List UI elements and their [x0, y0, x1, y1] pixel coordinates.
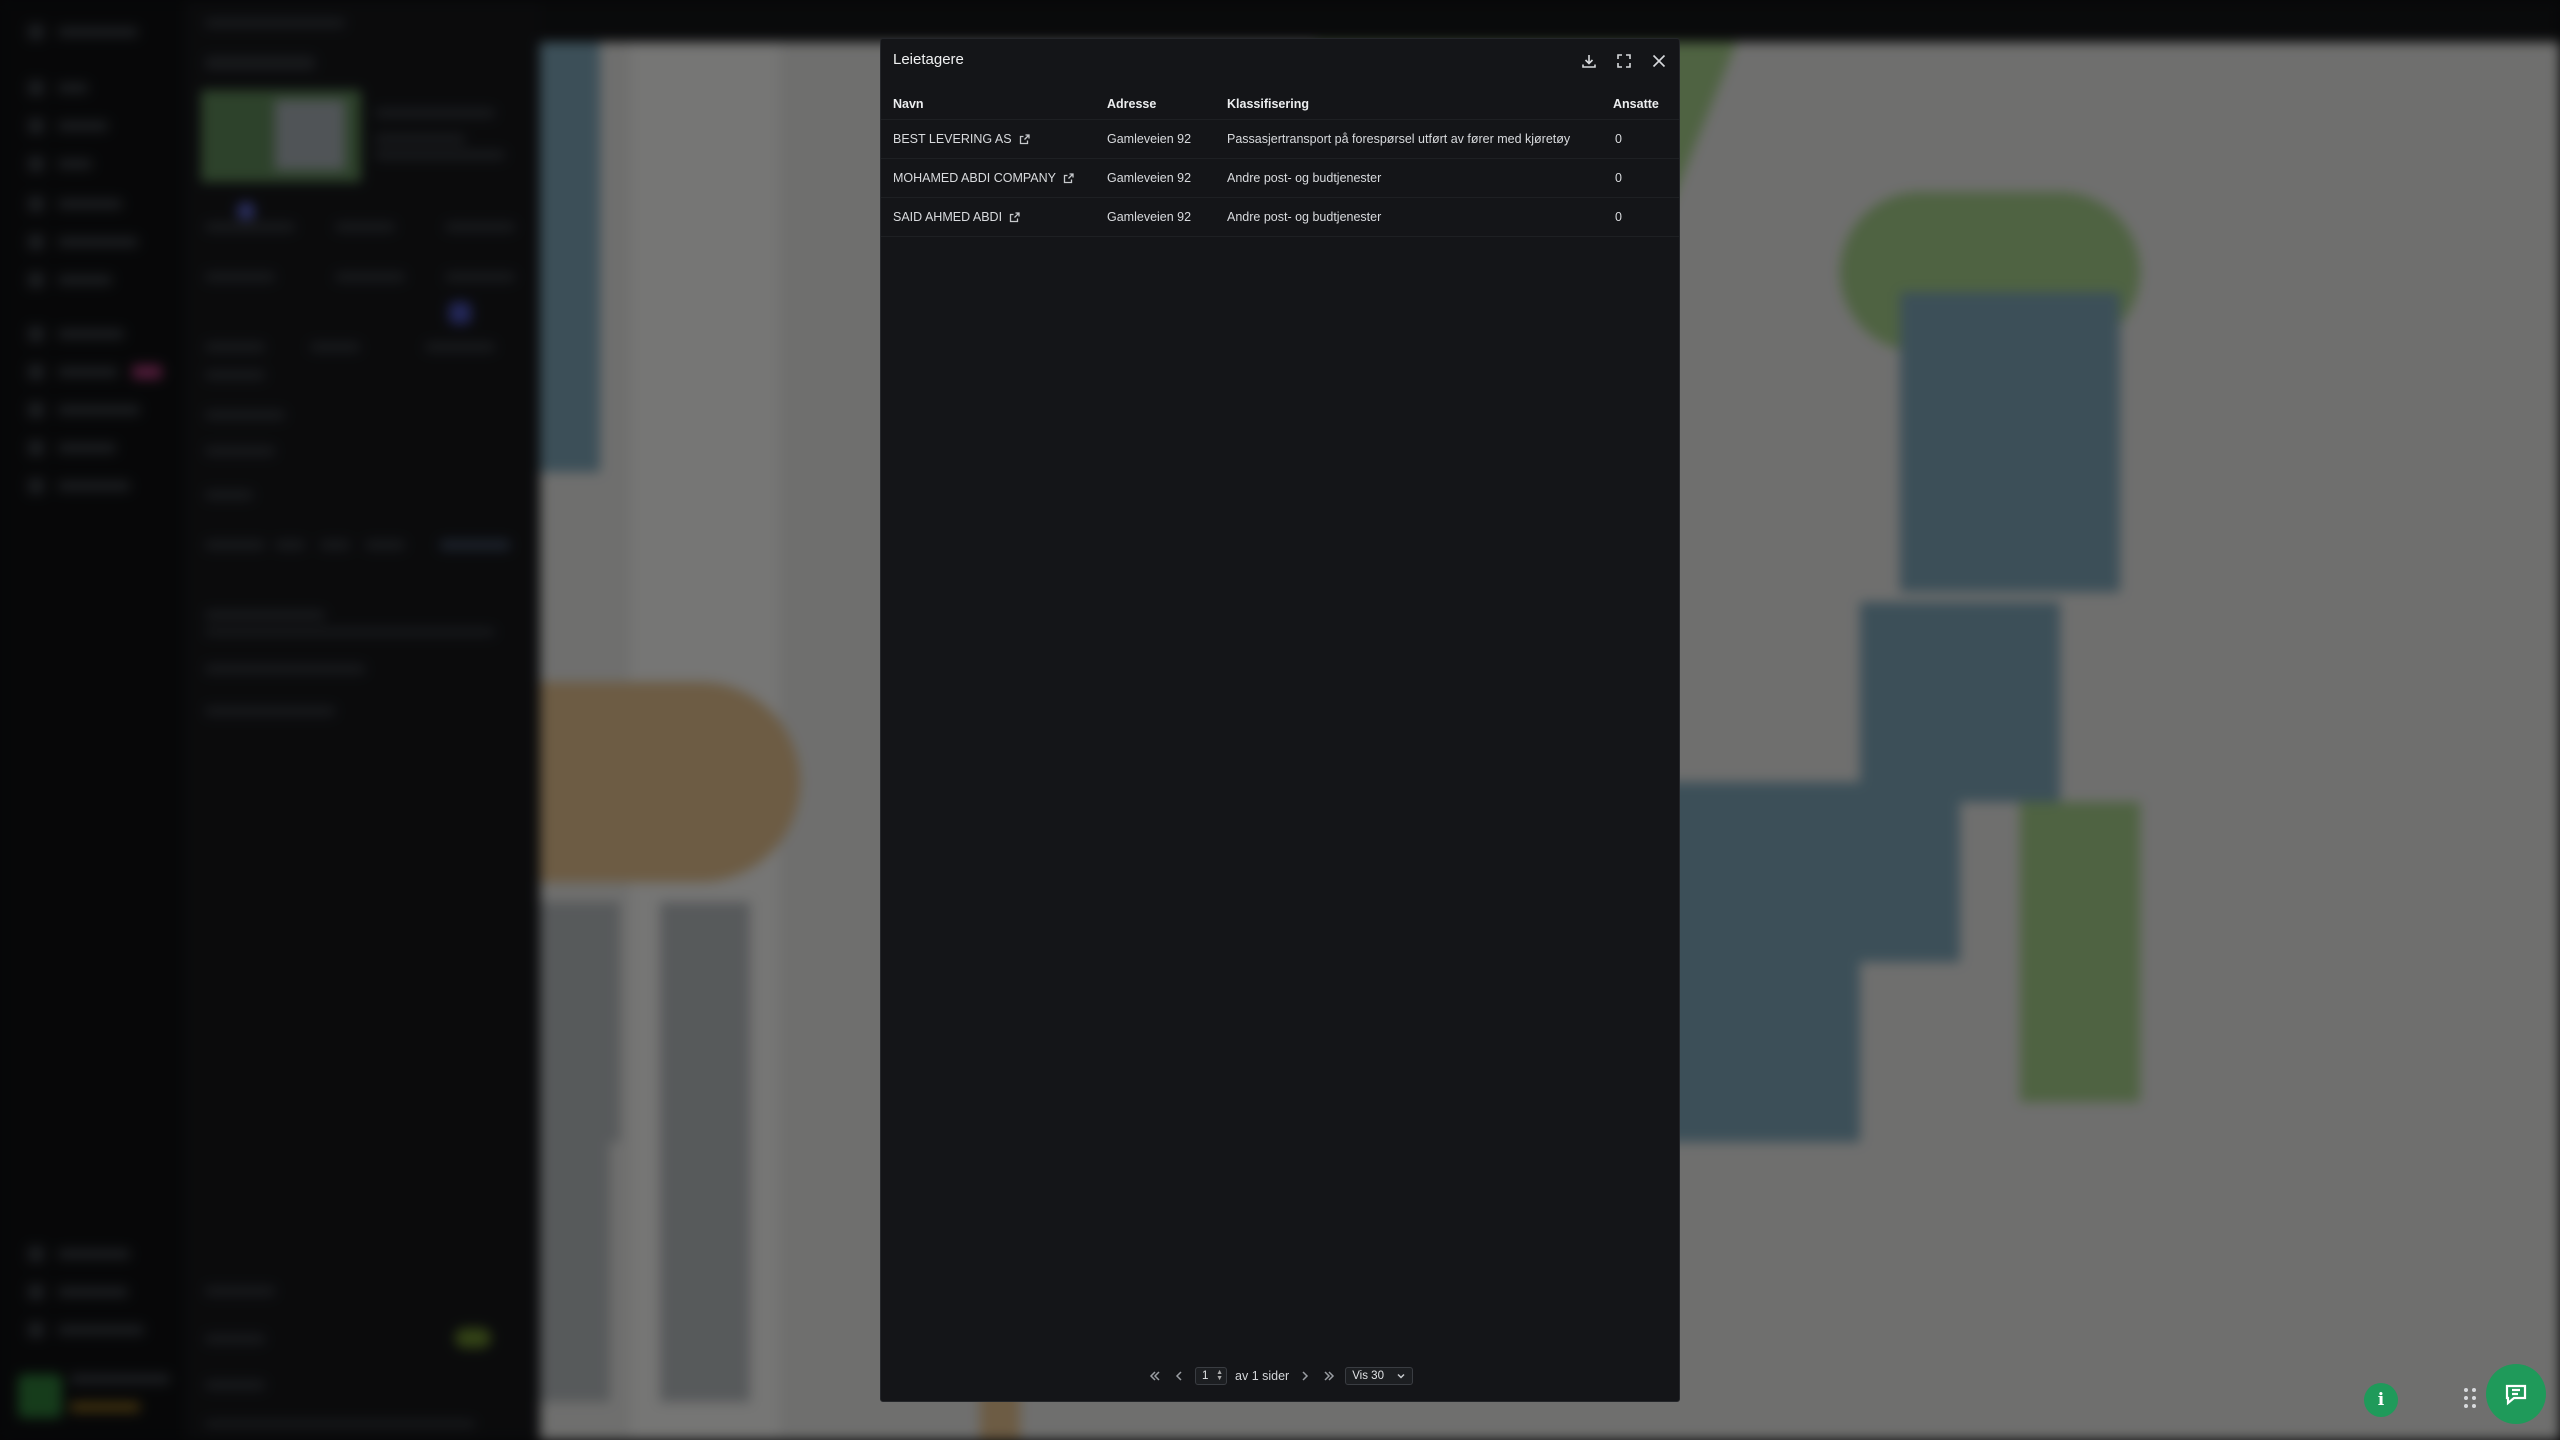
download-button[interactable]: [1577, 49, 1601, 73]
tenants-table: Navn Adresse Klassifisering Ansatte BEST…: [881, 89, 1679, 237]
page-size-value: Vis 30: [1352, 1370, 1384, 1382]
tenant-name: BEST LEVERING AS: [893, 132, 1012, 146]
tenants-modal: Leietagere Navn Adresse Klassifisering A…: [880, 38, 1680, 1402]
tenant-classification: Passasjertransport på forespørsel utført…: [1227, 132, 1571, 146]
pagination: 1 ▲ ▼ av 1 sider Vis 30: [881, 1365, 1679, 1387]
tenant-name-link[interactable]: MOHAMED ABDI COMPANY: [893, 159, 1074, 197]
chat-icon: [2505, 1384, 2527, 1406]
page-count-label: av 1 sider: [1235, 1369, 1290, 1383]
expand-button[interactable]: [1612, 49, 1636, 73]
expand-icon: [1617, 54, 1631, 68]
download-icon: [1582, 55, 1596, 68]
column-header-classification[interactable]: Klassifisering: [1227, 89, 1309, 119]
external-link-icon[interactable]: [1063, 172, 1074, 184]
table-row: SAID AHMED ABDI Gamleveien 92 Andre post…: [881, 198, 1679, 237]
previous-page-button[interactable]: [1171, 1368, 1187, 1384]
tenant-employees: 0: [1615, 132, 1622, 146]
column-header-name[interactable]: Navn: [893, 89, 924, 119]
table-row: MOHAMED ABDI COMPANY Gamleveien 92 Andre…: [881, 159, 1679, 198]
tenant-address: Gamleveien 92: [1107, 171, 1192, 185]
info-icon: i: [2377, 1390, 2385, 1410]
tenant-address: Gamleveien 92: [1107, 210, 1192, 224]
chevron-left-icon: [1175, 1371, 1182, 1381]
last-page-button[interactable]: [1321, 1368, 1337, 1384]
tenant-classification: Andre post- og budtjenester: [1227, 171, 1382, 185]
page-number-input[interactable]: 1 ▲ ▼: [1195, 1367, 1228, 1385]
tenant-name-link[interactable]: SAID AHMED ABDI: [893, 198, 1020, 236]
double-chevron-left-icon: [1149, 1371, 1160, 1381]
page-number-value: 1: [1202, 1370, 1209, 1382]
info-button[interactable]: i: [2364, 1383, 2398, 1417]
close-button[interactable]: [1647, 49, 1671, 73]
modal-title: Leietagere: [893, 51, 964, 68]
table-header: Navn Adresse Klassifisering Ansatte: [881, 89, 1679, 120]
tenant-name: MOHAMED ABDI COMPANY: [893, 171, 1056, 185]
column-header-address[interactable]: Adresse: [1107, 89, 1156, 119]
tenant-address: Gamleveien 92: [1107, 132, 1192, 146]
double-chevron-right-icon: [1324, 1371, 1335, 1381]
chevron-right-icon: [1302, 1371, 1309, 1381]
tenant-name: SAID AHMED ABDI: [893, 210, 1003, 224]
tenant-employees: 0: [1615, 171, 1622, 185]
external-link-icon[interactable]: [1019, 133, 1030, 145]
close-icon: [1652, 54, 1666, 68]
chevron-down-icon: [1397, 1373, 1405, 1379]
chat-button[interactable]: [2486, 1364, 2546, 1424]
next-page-button[interactable]: [1297, 1368, 1313, 1384]
tenant-employees: 0: [1615, 210, 1622, 224]
page-stepper[interactable]: ▲ ▼: [1216, 1369, 1226, 1382]
column-header-employees[interactable]: Ansatte: [1613, 89, 1659, 119]
tenant-name-link[interactable]: BEST LEVERING AS: [893, 120, 1030, 158]
table-row: BEST LEVERING AS Gamleveien 92 Passasjer…: [881, 120, 1679, 159]
tenant-classification: Andre post- og budtjenester: [1227, 210, 1382, 224]
drag-handle-icon[interactable]: [2464, 1386, 2480, 1412]
first-page-button[interactable]: [1147, 1368, 1163, 1384]
external-link-icon[interactable]: [1009, 211, 1020, 223]
page-size-select[interactable]: Vis 30: [1345, 1367, 1413, 1385]
